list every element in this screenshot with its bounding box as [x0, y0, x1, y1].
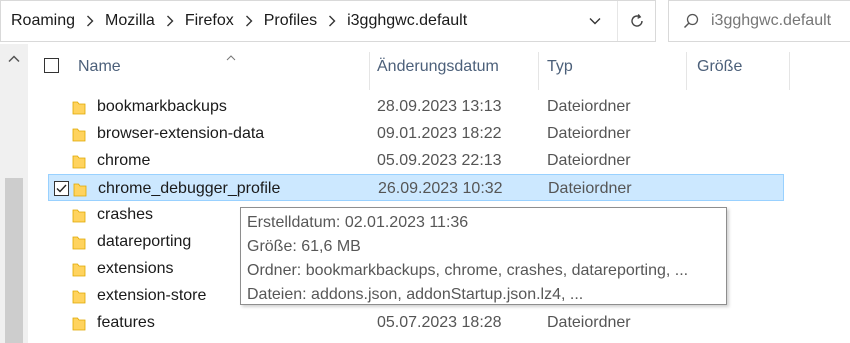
folder-icon: [72, 207, 86, 228]
file-name: extensions: [97, 260, 174, 277]
file-name: chrome_debugger_profile: [98, 180, 281, 197]
column-header-type[interactable]: Typ: [547, 44, 573, 90]
chevron-right-icon[interactable]: [320, 15, 344, 27]
row-checkbox-checked[interactable]: [54, 181, 69, 196]
search-placeholder: i3gghgwc.default: [711, 12, 832, 29]
file-name: crashes: [97, 206, 154, 223]
column-divider[interactable]: [369, 52, 370, 90]
search-icon: [683, 13, 699, 29]
file-date: 05.09.2023 22:13: [377, 152, 502, 169]
column-header-size[interactable]: Größe: [697, 44, 742, 90]
file-date: 09.01.2023 18:22: [377, 125, 502, 142]
folder-icon: [73, 181, 87, 202]
column-divider[interactable]: [789, 52, 790, 90]
file-type: Dateiordner: [547, 125, 631, 142]
scroll-up-arrow-icon[interactable]: [0, 44, 28, 74]
column-divider[interactable]: [686, 52, 687, 90]
file-type: Dateiordner: [547, 314, 631, 331]
file-row[interactable]: bookmarkbackups 28.09.2023 13:13 Dateior…: [48, 93, 784, 120]
file-date: 05.07.2023 18:28: [377, 314, 502, 331]
folder-icon: [72, 315, 86, 336]
file-row-selected[interactable]: chrome_debugger_profile 26.09.2023 10:32…: [48, 174, 784, 201]
breadcrumb-item-roaming[interactable]: Roaming: [8, 12, 78, 30]
select-all-checkbox[interactable]: [44, 58, 59, 73]
folder-icon: [72, 126, 86, 147]
file-type: Dateiordner: [547, 152, 631, 169]
file-type: Dateiordner: [548, 180, 632, 197]
file-row[interactable]: browser-extension-data 09.01.2023 18:22 …: [48, 120, 784, 147]
address-bar[interactable]: Roaming Mozilla Firefox Profiles i3gghgw…: [0, 0, 656, 42]
file-date: 28.09.2023 13:13: [377, 98, 502, 115]
file-date: 26.09.2023 10:32: [378, 180, 503, 197]
breadcrumb-item-firefox[interactable]: Firefox: [182, 12, 237, 30]
file-name: features: [97, 314, 155, 331]
file-name: extension-store: [97, 287, 207, 304]
breadcrumb-item-mozilla[interactable]: Mozilla: [102, 12, 158, 30]
column-header: Name Änderungsdatum Typ Größe: [28, 44, 850, 90]
file-row[interactable]: chrome 05.09.2023 22:13 Dateiordner: [48, 147, 784, 174]
file-name: bookmarkbackups: [97, 98, 227, 115]
folder-info-tooltip: Erstelldatum: 02.01.2023 11:36 Größe: 61…: [240, 207, 727, 305]
folder-icon: [72, 99, 86, 120]
breadcrumb-item-profiles[interactable]: Profiles: [261, 12, 320, 30]
chevron-right-icon[interactable]: [237, 15, 261, 27]
sort-ascending-icon: [226, 48, 236, 66]
tooltip-files: Dateien: addons.json, addonStartup.json.…: [247, 286, 584, 303]
folder-icon: [72, 261, 86, 282]
tooltip-created: Erstelldatum: 02.01.2023 11:36: [247, 214, 469, 231]
column-divider[interactable]: [538, 52, 539, 90]
breadcrumb: Roaming Mozilla Firefox Profiles i3gghgw…: [1, 1, 470, 41]
refresh-icon[interactable]: [617, 1, 656, 41]
file-row[interactable]: features 05.07.2023 18:28 Dateiordner: [48, 309, 784, 336]
search-input[interactable]: i3gghgwc.default: [668, 0, 850, 42]
file-name: chrome: [97, 152, 151, 169]
tooltip-folders: Ordner: bookmarkbackups, chrome, crashes…: [247, 262, 689, 279]
folder-icon: [72, 153, 86, 174]
tooltip-size: Größe: 61,6 MB: [247, 238, 361, 255]
vertical-scrollbar[interactable]: [0, 44, 28, 343]
column-header-name[interactable]: Name: [78, 44, 121, 90]
file-type: Dateiordner: [547, 98, 631, 115]
scrollbar-thumb[interactable]: [5, 178, 23, 343]
breadcrumb-item-current[interactable]: i3gghgwc.default: [344, 12, 470, 30]
chevron-right-icon[interactable]: [78, 15, 102, 27]
folder-icon: [72, 234, 86, 255]
chevron-down-icon[interactable]: [579, 1, 611, 41]
folder-icon: [72, 288, 86, 309]
chevron-right-icon[interactable]: [158, 15, 182, 27]
column-header-date[interactable]: Änderungsdatum: [377, 44, 499, 90]
file-name: browser-extension-data: [97, 125, 265, 142]
file-name: datareporting: [97, 233, 192, 250]
